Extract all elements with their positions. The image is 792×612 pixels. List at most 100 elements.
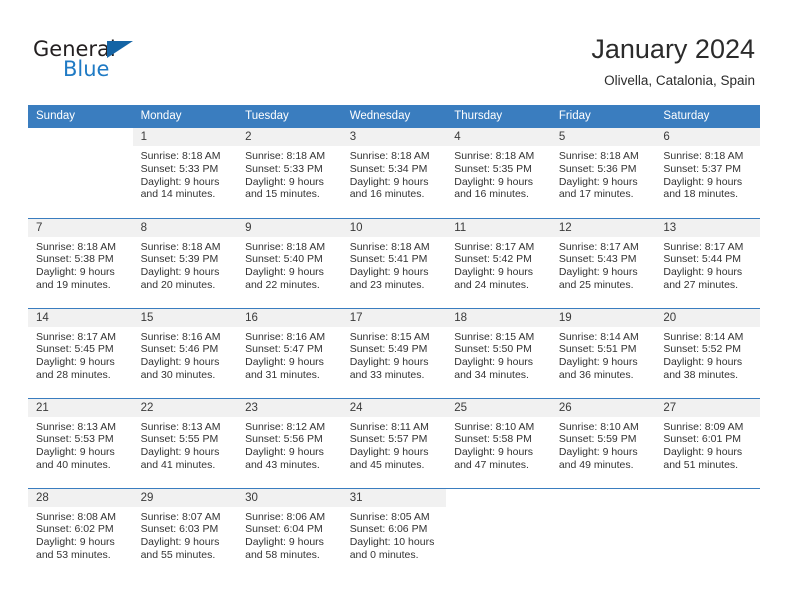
day-cell-inner: 30 Sunrise: 8:06 AM Sunset: 6:04 PM Dayligh… (237, 488, 342, 578)
sunrise-text: Sunrise: 8:14 AM (663, 330, 744, 343)
calendar-day-cell[interactable]: 21 Sunrise: 8:13 AM Sunset: 5:53 PM Dayligh… (28, 397, 133, 488)
daylight-text: and 0 minutes. (349, 548, 419, 561)
calendar-day-cell[interactable]: 16 Sunrise: 8:16 AM Sunset: 5:47 PM Dayligh… (237, 307, 342, 398)
day-cell-inner: 8 Sunrise: 8:18 AM Sunset: 5:39 PM Daylight… (132, 218, 238, 308)
sunrise-text: Sunrise: 8:18 AM (349, 240, 430, 253)
sunset-text: Sunset: 5:47 PM (245, 343, 323, 356)
day-cell-inner (446, 488, 551, 578)
day-number: 26 (550, 398, 656, 417)
sunset-text: Sunset: 6:06 PM (349, 523, 428, 536)
sunset-text: Sunset: 5:50 PM (454, 343, 532, 356)
day-cell-inner: 11 Sunrise: 8:17 AM Sunset: 5:42 PM Dayligh… (446, 218, 551, 308)
day-number: 27 (655, 398, 760, 417)
day-cell-inner: 4 Sunrise: 8:18 AM Sunset: 5:35 PM Daylight… (446, 128, 551, 217)
day-number: 14 (28, 308, 133, 327)
calendar-day-cell[interactable]: 4 Sunrise: 8:18 AM Sunset: 5:35 PM Daylight… (446, 128, 551, 218)
calendar-day-cell[interactable]: 11 Sunrise: 8:17 AM Sunset: 5:42 PM Dayligh… (446, 217, 551, 308)
sunrise-text: Sunrise: 8:18 AM (245, 240, 326, 253)
sunrise-text: Sunrise: 8:10 AM (454, 420, 535, 433)
day-number: 2 (237, 128, 342, 146)
sunrise-text: Sunrise: 8:18 AM (140, 240, 221, 253)
calendar-day-cell[interactable]: 15 Sunrise: 8:16 AM Sunset: 5:46 PM Dayligh… (132, 307, 238, 398)
calendar-empty-cell (655, 487, 760, 578)
calendar-day-cell[interactable]: 7 Sunrise: 8:18 AM Sunset: 5:38 PM Daylight… (28, 217, 133, 308)
day-cell-inner: 9 Sunrise: 8:18 AM Sunset: 5:40 PM Daylight… (237, 218, 342, 308)
day-sun-details: Sunrise: 8:18 AM Sunset: 5:33 PM Daylight:… (133, 146, 238, 201)
calendar-day-cell[interactable]: 6 Sunrise: 8:18 AM Sunset: 5:37 PM Daylight… (655, 128, 760, 218)
daylight-text: Daylight: 9 hours (558, 446, 638, 459)
daylight-text: and 43 minutes. (245, 458, 320, 471)
calendar-day-cell[interactable]: 19 Sunrise: 8:14 AM Sunset: 5:51 PM Dayligh… (550, 307, 656, 398)
calendar-day-cell[interactable]: 27 Sunrise: 8:09 AM Sunset: 6:01 PM Dayligh… (655, 397, 760, 488)
calendar-day-cell[interactable]: 25 Sunrise: 8:10 AM Sunset: 5:58 PM Dayligh… (446, 397, 551, 488)
sunset-text: Sunset: 5:57 PM (349, 433, 428, 446)
daylight-text: Daylight: 9 hours (663, 175, 743, 188)
calendar-empty-cell (550, 487, 656, 578)
calendar-day-cell[interactable]: 20 Sunrise: 8:14 AM Sunset: 5:52 PM Dayligh… (655, 307, 760, 398)
day-sun-details: Sunrise: 8:09 AM Sunset: 6:01 PM Daylight:… (655, 417, 760, 472)
sunset-text: Sunset: 5:59 PM (558, 433, 637, 446)
sunset-text: Sunset: 5:40 PM (245, 253, 323, 266)
calendar-day-cell[interactable]: 12 Sunrise: 8:17 AM Sunset: 5:43 PM Dayligh… (550, 217, 656, 308)
day-sun-details: Sunrise: 8:17 AM Sunset: 5:45 PM Daylight:… (28, 327, 133, 382)
day-cell-inner: 3 Sunrise: 8:18 AM Sunset: 5:34 PM Daylight… (341, 128, 447, 217)
daylight-text: Daylight: 9 hours (245, 446, 324, 459)
calendar-day-cell[interactable]: 14 Sunrise: 8:17 AM Sunset: 5:45 PM Dayligh… (28, 307, 133, 398)
calendar-day-cell[interactable]: 8 Sunrise: 8:18 AM Sunset: 5:39 PM Daylight… (132, 217, 238, 308)
day-number: 5 (550, 128, 656, 146)
calendar-day-cell[interactable]: 3 Sunrise: 8:18 AM Sunset: 5:34 PM Daylight… (341, 128, 447, 218)
calendar-day-cell[interactable]: 23 Sunrise: 8:12 AM Sunset: 5:56 PM Dayligh… (237, 397, 342, 488)
day-cell-inner: 18 Sunrise: 8:15 AM Sunset: 5:50 PM Dayligh… (446, 308, 551, 398)
calendar-day-cell[interactable]: 18 Sunrise: 8:15 AM Sunset: 5:50 PM Dayligh… (446, 307, 551, 398)
daylight-text: Daylight: 9 hours (36, 266, 115, 279)
day-number: 1 (132, 128, 238, 146)
daylight-text: Daylight: 9 hours (663, 446, 743, 459)
page-title: January 2024 (591, 34, 755, 64)
calendar-day-cell[interactable]: 26 Sunrise: 8:10 AM Sunset: 5:59 PM Dayligh… (550, 397, 656, 488)
daylight-text: and 27 minutes. (663, 278, 739, 291)
calendar-day-cell[interactable]: 5 Sunrise: 8:18 AM Sunset: 5:36 PM Daylight… (550, 128, 656, 218)
sunrise-text: Sunrise: 8:17 AM (663, 240, 744, 253)
calendar-day-cell[interactable]: 22 Sunrise: 8:13 AM Sunset: 5:55 PM Dayligh… (132, 397, 238, 488)
sunrise-text: Sunrise: 8:13 AM (140, 420, 221, 433)
daylight-text: Daylight: 9 hours (558, 266, 638, 279)
day-number: 18 (446, 308, 551, 327)
day-cell-inner: 2 Sunrise: 8:18 AM Sunset: 5:33 PM Daylight… (237, 128, 342, 217)
sunrise-text: Sunrise: 8:17 AM (454, 240, 535, 253)
calendar-day-cell[interactable]: 10 Sunrise: 8:18 AM Sunset: 5:41 PM Dayligh… (341, 217, 447, 308)
calendar-day-cell[interactable]: 13 Sunrise: 8:17 AM Sunset: 5:44 PM Dayligh… (655, 217, 760, 308)
calendar-day-cell[interactable]: 2 Sunrise: 8:18 AM Sunset: 5:33 PM Daylight… (237, 128, 342, 218)
calendar-day-cell[interactable]: 17 Sunrise: 8:15 AM Sunset: 5:49 PM Dayligh… (341, 307, 447, 398)
sunset-text: Sunset: 6:01 PM (663, 433, 742, 446)
day-cell-inner (28, 128, 133, 217)
daylight-text: and 53 minutes. (36, 548, 111, 561)
day-number: 25 (446, 398, 551, 417)
sunrise-text: Sunrise: 8:18 AM (36, 240, 116, 253)
day-cell-inner: 5 Sunrise: 8:18 AM Sunset: 5:36 PM Daylight… (550, 128, 656, 217)
day-cell-inner: 14 Sunrise: 8:17 AM Sunset: 5:45 PM Dayligh… (28, 308, 133, 398)
day-cell-inner: 24 Sunrise: 8:11 AM Sunset: 5:57 PM Dayligh… (341, 398, 447, 488)
calendar-table: Sunday Monday Tuesday Wednesday Thursday Frid… (28, 105, 760, 578)
calendar-day-cell[interactable]: 31 Sunrise: 8:05 AM Sunset: 6:06 PM Dayligh… (341, 487, 447, 578)
calendar-day-cell[interactable]: 24 Sunrise: 8:11 AM Sunset: 5:57 PM Dayligh… (341, 397, 447, 488)
generalblue-logo[interactable]: General Blue (33, 38, 153, 84)
day-number: 13 (655, 218, 760, 237)
daylight-text: Daylight: 9 hours (245, 356, 324, 369)
day-sun-details: Sunrise: 8:18 AM Sunset: 5:39 PM Daylight:… (133, 237, 238, 292)
daylight-text: Daylight: 9 hours (245, 536, 324, 549)
calendar-day-cell[interactable]: 9 Sunrise: 8:18 AM Sunset: 5:40 PM Daylight… (237, 217, 342, 308)
page-header: General Blue January 2024 Olivella, Cata… (0, 0, 792, 105)
sunrise-text: Sunrise: 8:18 AM (454, 150, 535, 162)
sunset-text: Sunset: 5:33 PM (245, 162, 323, 175)
day-cell-inner: 29 Sunrise: 8:07 AM Sunset: 6:03 PM Dayligh… (132, 488, 238, 578)
calendar-day-cell[interactable]: 1 Sunrise: 8:18 AM Sunset: 5:33 PM Daylight… (132, 128, 238, 218)
calendar-day-cell[interactable]: 30 Sunrise: 8:06 AM Sunset: 6:04 PM Dayligh… (237, 487, 342, 578)
day-sun-details: Sunrise: 8:18 AM Sunset: 5:41 PM Daylight:… (342, 237, 447, 292)
calendar-day-cell[interactable]: 28 Sunrise: 8:08 AM Sunset: 6:02 PM Dayligh… (28, 487, 133, 578)
day-number: 12 (550, 218, 656, 237)
day-sun-details: Sunrise: 8:05 AM Sunset: 6:06 PM Daylight:… (342, 507, 447, 562)
day-number: 9 (237, 218, 342, 237)
sunrise-text: Sunrise: 8:05 AM (349, 510, 430, 523)
sunrise-text: Sunrise: 8:11 AM (349, 420, 429, 433)
calendar-day-cell[interactable]: 29 Sunrise: 8:07 AM Sunset: 6:03 PM Dayligh… (132, 487, 238, 578)
